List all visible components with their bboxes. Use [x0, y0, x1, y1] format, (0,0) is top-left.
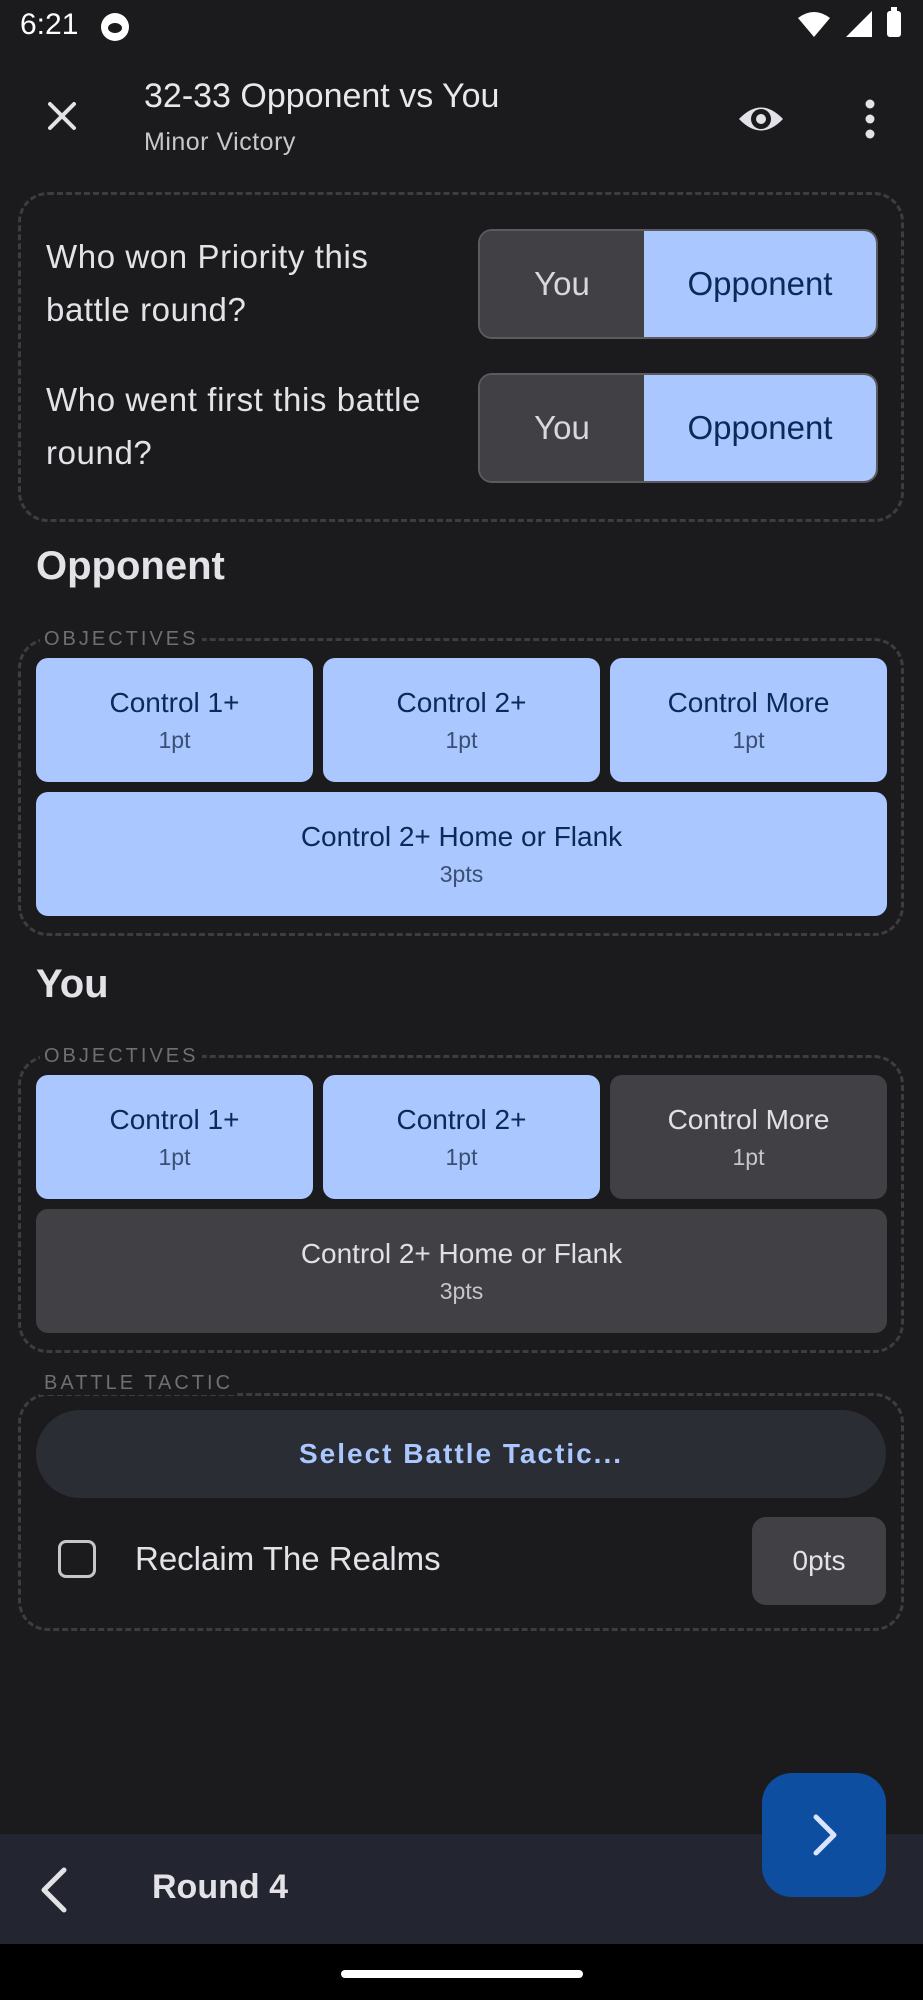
- first-turn-option-you[interactable]: You: [480, 375, 644, 481]
- objective-label: Control More: [667, 1103, 830, 1135]
- reclaim-the-realms-label: Reclaim The Realms: [135, 1540, 441, 1577]
- page-subtitle: Minor Victory: [144, 128, 296, 156]
- priority-option-you[interactable]: You: [480, 231, 644, 337]
- first-turn-question: Who went first this battle round?: [46, 381, 422, 471]
- opponent-objective-control-more[interactable]: Control More 1pt: [610, 658, 887, 782]
- more-vert-icon: [865, 99, 875, 139]
- chevron-right-icon: [813, 1814, 837, 1856]
- objective-points: 1pt: [732, 1143, 765, 1170]
- wifi-icon: [798, 12, 830, 37]
- previous-round-button[interactable]: [30, 1862, 80, 1918]
- chevron-left-icon: [41, 1867, 67, 1913]
- close-icon: [48, 102, 76, 130]
- opponent-heading: Opponent: [36, 544, 225, 588]
- more-options-button[interactable]: [850, 94, 890, 144]
- priority-option-opponent[interactable]: Opponent: [644, 231, 876, 337]
- notification-app-icon: [101, 13, 129, 41]
- priority-selector: You Opponent: [478, 229, 878, 339]
- first-turn-selector: You Opponent: [478, 373, 878, 483]
- you-objective-control-more[interactable]: Control More 1pt: [610, 1075, 887, 1199]
- status-time: 6:21: [20, 8, 79, 41]
- you-objectives-label: OBJECTIVES: [40, 1045, 203, 1068]
- signal-icon: [846, 11, 872, 37]
- you-objective-control-1[interactable]: Control 1+ 1pt: [36, 1075, 313, 1199]
- you-objective-control-2[interactable]: Control 2+ 1pt: [323, 1075, 600, 1199]
- objective-points: 1pt: [445, 1143, 478, 1170]
- objective-points: 1pt: [158, 1143, 191, 1170]
- next-round-button[interactable]: [762, 1773, 886, 1897]
- status-icons: [797, 7, 901, 38]
- gesture-handle[interactable]: [341, 1970, 583, 1978]
- close-button[interactable]: [38, 92, 86, 140]
- objective-label: Control 2+ Home or Flank: [300, 820, 623, 852]
- objective-label: Control 1+: [109, 1103, 240, 1135]
- opponent-objective-control-2[interactable]: Control 2+ 1pt: [323, 658, 600, 782]
- battery-icon: [887, 7, 901, 37]
- objective-points: 3pts: [439, 1277, 484, 1304]
- opponent-objectives-label: OBJECTIVES: [40, 628, 203, 651]
- you-objective-home-or-flank[interactable]: Control 2+ Home or Flank 3pts: [36, 1209, 887, 1333]
- visibility-button[interactable]: [736, 94, 786, 144]
- opponent-objective-control-1[interactable]: Control 1+ 1pt: [36, 658, 313, 782]
- objective-points: 1pt: [158, 726, 191, 753]
- objective-label: Control 1+: [109, 686, 240, 718]
- objective-label: Control 2+: [396, 686, 527, 718]
- objective-points: 3pts: [439, 860, 484, 887]
- reclaim-the-realms-checkbox[interactable]: [58, 1540, 96, 1578]
- first-turn-option-opponent[interactable]: Opponent: [644, 375, 876, 481]
- objective-label: Control 2+ Home or Flank: [300, 1237, 623, 1269]
- priority-question: Who won Priority this battle round?: [46, 238, 369, 328]
- round-label: Round 4: [152, 1868, 288, 1906]
- eye-icon: [739, 107, 783, 131]
- objective-points: 1pt: [445, 726, 478, 753]
- objective-label: Control 2+: [396, 1103, 527, 1135]
- reclaim-the-realms-points[interactable]: 0pts: [752, 1517, 886, 1605]
- select-battle-tactic-button[interactable]: Select Battle Tactic...: [36, 1410, 886, 1498]
- battle-tactic-label: BATTLE TACTIC: [40, 1372, 238, 1395]
- objective-label: Control More: [667, 686, 830, 718]
- page-title: 32-33 Opponent vs You: [144, 77, 500, 115]
- you-heading: You: [36, 962, 109, 1006]
- opponent-objective-home-or-flank[interactable]: Control 2+ Home or Flank 3pts: [36, 792, 887, 916]
- objective-points: 1pt: [732, 726, 765, 753]
